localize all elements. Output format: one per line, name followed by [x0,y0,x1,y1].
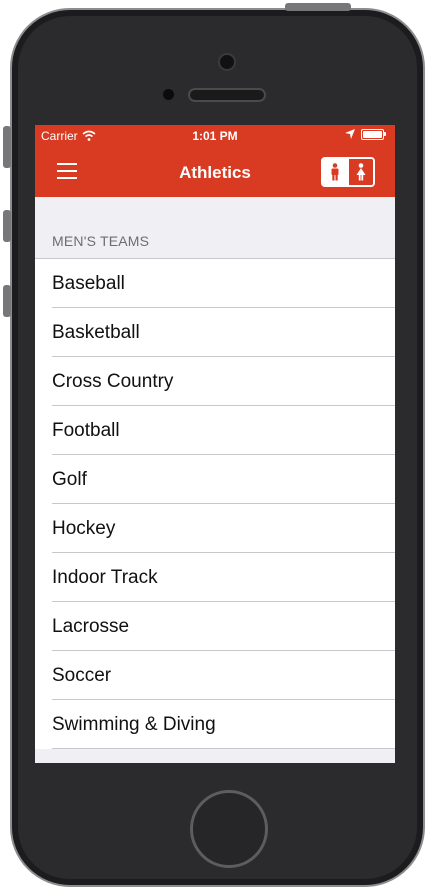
women-segment[interactable] [347,159,373,185]
team-row[interactable]: Golf [35,455,395,504]
team-label: Football [52,419,120,441]
team-row[interactable]: Swimming & Diving [35,700,395,749]
volume-down-button[interactable] [3,285,11,317]
female-figure-icon [356,163,366,181]
volume-up-button[interactable] [3,210,11,242]
team-label: Lacrosse [52,615,130,637]
earpiece-speaker [190,90,264,100]
section-header: MEN'S TEAMS [52,233,150,249]
location-arrow-icon [345,129,355,139]
team-label: Hockey [52,517,116,539]
navigation-bar: Athletics [35,147,395,197]
team-label: Cross Country [52,370,174,392]
team-label: Soccer [52,664,112,686]
home-button[interactable] [190,790,268,868]
men-segment[interactable] [323,159,347,185]
front-camera [220,55,234,69]
team-row[interactable]: Cross Country [35,357,395,406]
team-row[interactable]: Indoor Track [35,553,395,602]
team-row[interactable]: Hockey [35,504,395,553]
team-row[interactable]: Baseball [35,259,395,308]
team-label: Indoor Track [52,566,158,588]
app-screen: Carrier 1:01 PM Athletics MEN'S TEAMS Ba… [35,125,395,763]
battery-icon [361,128,387,140]
status-time: 1:01 PM [192,129,238,143]
team-row[interactable]: Lacrosse [35,602,395,651]
team-label: Golf [52,468,87,490]
status-right [345,128,387,140]
gender-segmented-control[interactable] [321,157,375,187]
team-row[interactable]: Soccer [35,651,395,700]
proximity-sensor [163,89,174,100]
team-list: Baseball Basketball Cross Country Football G… [35,258,395,749]
status-bar: Carrier 1:01 PM [35,125,395,147]
team-row[interactable]: Football [35,406,395,455]
team-row[interactable]: Basketball [35,308,395,357]
power-button[interactable] [285,3,351,11]
mute-switch[interactable] [3,126,11,168]
male-figure-icon [331,163,339,181]
team-label: Basketball [52,321,140,343]
team-label: Swimming & Diving [52,713,216,735]
team-label: Baseball [52,272,125,294]
